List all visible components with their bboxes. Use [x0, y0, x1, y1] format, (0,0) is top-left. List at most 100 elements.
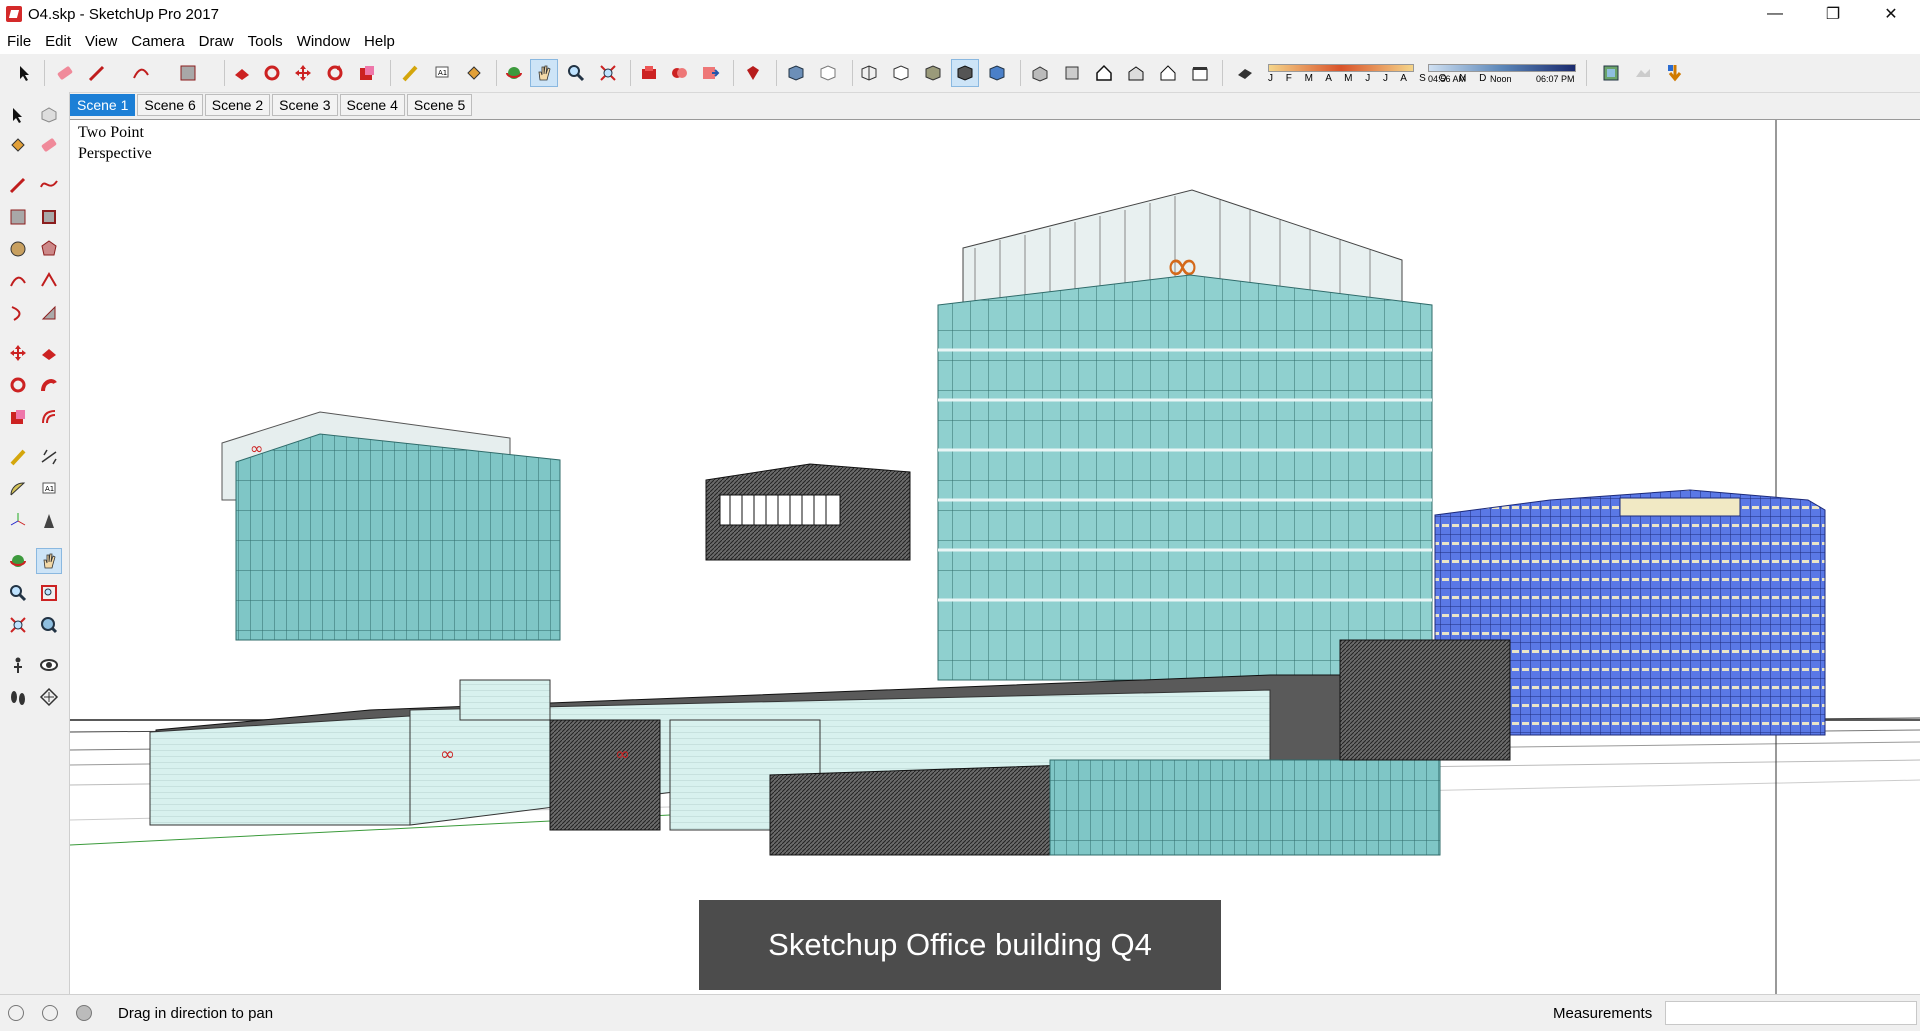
3d-text-icon[interactable] [37, 509, 61, 533]
push-pull-icon[interactable] [229, 60, 255, 86]
text-tool-icon[interactable]: A1 [37, 477, 61, 501]
previous-view-icon[interactable] [37, 613, 61, 637]
tape-measure-icon[interactable] [397, 60, 423, 86]
right-view-icon[interactable] [1123, 60, 1149, 86]
iso-view-icon[interactable] [1027, 60, 1053, 86]
left-view-icon[interactable] [1187, 60, 1213, 86]
menu-view[interactable]: View [78, 33, 124, 50]
toggle-terrain-icon[interactable] [1630, 60, 1656, 86]
scene-tab-3[interactable]: Scene 3 [272, 94, 338, 116]
front-view-icon[interactable] [1091, 60, 1117, 86]
menu-window[interactable]: Window [290, 33, 357, 50]
shaded-textures-icon[interactable] [951, 59, 979, 87]
push-pull-icon[interactable] [37, 341, 61, 365]
menu-tools[interactable]: Tools [241, 33, 290, 50]
orbit-icon[interactable] [501, 60, 527, 86]
menu-help[interactable]: Help [357, 33, 402, 50]
share-model-icon[interactable] [697, 60, 723, 86]
photo-textures-icon[interactable] [1662, 60, 1688, 86]
menu-camera[interactable]: Camera [124, 33, 191, 50]
line-tool-icon[interactable] [84, 60, 110, 86]
walk-icon[interactable] [6, 685, 30, 709]
rotated-rectangle-icon[interactable] [37, 205, 61, 229]
rectangle-tool-icon[interactable] [175, 60, 201, 86]
shaded-icon[interactable] [920, 60, 946, 86]
section-plane-icon[interactable] [37, 685, 61, 709]
scene-tab-1[interactable]: Scene 1 [70, 94, 136, 116]
pan-hand-icon[interactable] [36, 548, 62, 574]
select-arrow-icon[interactable] [12, 60, 38, 86]
scene-tab-2[interactable]: Scene 2 [204, 94, 271, 116]
scene-tab-5[interactable]: Scene 5 [406, 94, 473, 116]
offset-tool-icon[interactable] [37, 405, 61, 429]
select-icon[interactable] [6, 103, 30, 127]
menu-draw[interactable]: Draw [192, 33, 241, 50]
close-button[interactable]: ✕ [1862, 0, 1920, 28]
back-view-icon[interactable] [1155, 60, 1181, 86]
zoom-icon[interactable] [6, 581, 30, 605]
noon-label: Noon [1490, 74, 1512, 84]
eraser-icon[interactable] [37, 133, 61, 157]
line-tool-icon[interactable] [6, 173, 30, 197]
zoom-extents-icon[interactable] [595, 60, 621, 86]
zoom-window-icon[interactable] [37, 581, 61, 605]
move-tool-icon[interactable] [290, 60, 316, 86]
rotate-tool-icon[interactable] [322, 60, 348, 86]
menu-file[interactable]: File [0, 33, 38, 50]
tape-measure-icon[interactable] [6, 445, 30, 469]
orbit-icon[interactable] [6, 549, 30, 573]
minimize-button[interactable]: — [1746, 0, 1804, 28]
top-view-icon[interactable] [1059, 60, 1085, 86]
arc-tool-icon[interactable] [6, 269, 30, 293]
extension-warehouse-icon[interactable] [666, 60, 692, 86]
wireframe-icon[interactable] [856, 60, 882, 86]
paint-bucket-icon[interactable] [461, 60, 487, 86]
paint-bucket-icon[interactable] [6, 133, 30, 157]
scene-tab-4[interactable]: Scene 4 [339, 94, 405, 116]
shadow-time-slider[interactable] [1428, 64, 1576, 72]
3d-warehouse-icon[interactable] [636, 60, 662, 86]
position-camera-icon[interactable] [6, 653, 30, 677]
maximize-button[interactable]: ❐ [1804, 0, 1862, 28]
shadow-month-slider[interactable] [1268, 64, 1414, 72]
scene-tab-6[interactable]: Scene 6 [137, 94, 203, 116]
rotate-tool-icon[interactable] [6, 373, 30, 397]
user-account-icon[interactable] [76, 1005, 92, 1021]
pan-hand-icon[interactable] [530, 59, 558, 87]
eraser-icon[interactable] [52, 60, 78, 86]
polygon-tool-icon[interactable] [37, 237, 61, 261]
shadows-toggle-icon[interactable] [1232, 60, 1258, 86]
xray-style-icon[interactable] [783, 60, 809, 86]
two-point-arc-icon[interactable] [37, 269, 61, 293]
scale-tool-icon[interactable] [354, 60, 380, 86]
model-viewport[interactable]: ∞ ∞ ∞ ∞ Two Point Perspective Sketchup O… [70, 119, 1920, 995]
dimension-tool-icon[interactable] [37, 445, 61, 469]
add-location-icon[interactable] [1598, 60, 1624, 86]
move-tool-icon[interactable] [6, 341, 30, 365]
circle-tool-icon[interactable] [6, 237, 30, 261]
ruby-console-icon[interactable] [740, 60, 766, 86]
rectangle-tool-icon[interactable] [6, 205, 30, 229]
menu-edit[interactable]: Edit [38, 33, 78, 50]
protractor-icon[interactable] [6, 477, 30, 501]
follow-me-icon[interactable] [259, 60, 285, 86]
follow-me-icon[interactable] [37, 373, 61, 397]
monochrome-icon[interactable] [984, 60, 1010, 86]
arc-tool-icon[interactable] [128, 60, 154, 86]
info-icon[interactable] [42, 1005, 58, 1021]
svg-text:∞: ∞ [440, 744, 455, 765]
three-point-arc-icon[interactable] [6, 301, 30, 325]
freehand-icon[interactable] [37, 173, 61, 197]
look-around-icon[interactable] [37, 653, 61, 677]
measurements-input[interactable] [1665, 1001, 1917, 1025]
make-component-icon[interactable] [37, 103, 61, 127]
scale-tool-icon[interactable] [6, 405, 30, 429]
zoom-extents-icon[interactable] [6, 613, 30, 637]
axes-tool-icon[interactable] [6, 509, 30, 533]
text-tool-icon[interactable]: A1 [429, 60, 455, 86]
zoom-icon[interactable] [563, 60, 589, 86]
hidden-line-icon[interactable] [888, 60, 914, 86]
back-edges-icon[interactable] [815, 60, 841, 86]
geo-location-icon[interactable] [8, 1005, 24, 1021]
pie-tool-icon[interactable] [37, 301, 61, 325]
